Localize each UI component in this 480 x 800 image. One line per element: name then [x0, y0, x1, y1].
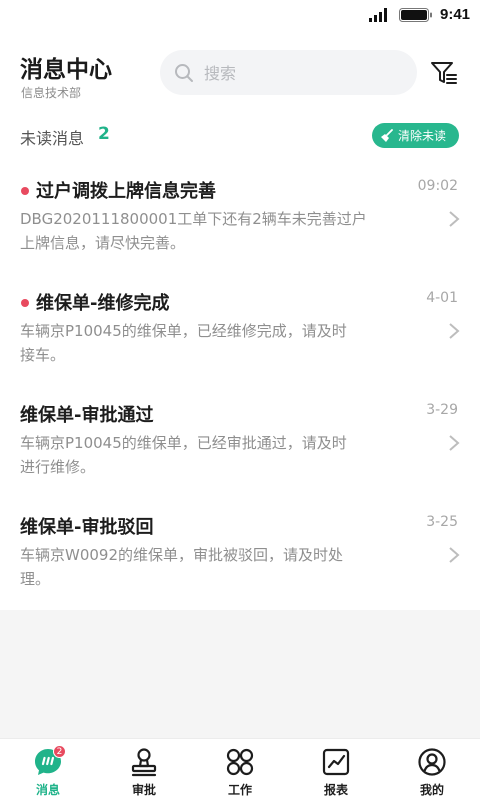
message-body-line: DBG2020111800001工单下还有2辆车未完善过户: [20, 210, 367, 228]
tab-label: 工作: [227, 783, 252, 797]
message-body: 车辆京P10045的维保单，已经审批通过，请及时 进行维修。: [20, 431, 415, 479]
message-body-line: 车辆京W0092的维保单，审批被驳回，请及时处: [20, 546, 344, 564]
message-item[interactable]: 过户调拨上牌信息完善 09:02 DBG2020111800001工单下还有2辆…: [0, 168, 480, 280]
search-icon: [175, 64, 193, 82]
message-body-line: 上牌信息，请尽快完善。: [20, 234, 186, 252]
message-time: 4-01: [426, 290, 458, 306]
message-time: 3-29: [426, 402, 458, 418]
filter-icon[interactable]: [430, 60, 458, 86]
tab-label: 我的: [419, 783, 444, 797]
message-title: 维保单-维修完成: [36, 293, 170, 314]
chart-icon: [322, 748, 350, 776]
tab-profile[interactable]: 我的: [384, 739, 480, 800]
search-input[interactable]: [204, 60, 404, 86]
message-body-line: 车辆京P10045的维保单，已经维修完成，请及时: [20, 322, 347, 340]
chevron-right-icon: [449, 323, 460, 339]
message-body: DBG2020111800001工单下还有2辆车未完善过户 上牌信息，请尽快完善…: [20, 207, 415, 255]
grid-icon: [226, 748, 254, 776]
message-body: 车辆京W0092的维保单，审批被驳回，请及时处 理。: [20, 543, 415, 591]
message-body-line: 车辆京P10045的维保单，已经审批通过，请及时: [20, 434, 347, 452]
tab-reports[interactable]: 报表: [288, 739, 384, 800]
chevron-right-icon: [449, 435, 460, 451]
clear-unread-button[interactable]: 清除未读: [372, 123, 459, 148]
chevron-right-icon: [449, 547, 460, 563]
status-time: 9:41: [440, 6, 471, 23]
message-body: 车辆京P10045的维保单，已经维修完成，请及时 接车。: [20, 319, 415, 367]
tab-label: 审批: [131, 783, 156, 797]
message-item[interactable]: 维保单-审批通过 3-29 车辆京P10045的维保单，已经审批通过，请及时 进…: [0, 392, 480, 504]
message-body-line: 理。: [20, 570, 51, 588]
stamp-icon: [131, 748, 157, 777]
message-title: 过户调拨上牌信息完善: [36, 181, 216, 202]
unread-label: 未读消息: [20, 129, 85, 148]
message-time: 09:02: [417, 178, 458, 194]
tab-label: 报表: [323, 783, 348, 797]
search-box[interactable]: [160, 50, 417, 95]
user-icon: [418, 748, 446, 776]
message-time: 3-25: [426, 514, 458, 530]
message-body-line: 接车。: [20, 346, 66, 364]
unread-dot: [21, 299, 29, 307]
message-item[interactable]: 维保单-审批驳回 3-25 车辆京W0092的维保单，审批被驳回，请及时处 理。: [0, 504, 480, 616]
tab-work[interactable]: 工作: [192, 739, 288, 800]
message-title: 维保单-审批驳回: [20, 517, 154, 538]
message-item[interactable]: 维保单-维修完成 4-01 车辆京P10045的维保单，已经维修完成，请及时 接…: [0, 280, 480, 392]
status-bar: 9:41: [0, 0, 480, 32]
clear-unread-label: 清除未读: [398, 129, 447, 143]
tab-messages[interactable]: 2 消息: [0, 739, 96, 800]
tab-label: 消息: [35, 783, 60, 797]
message-body-line: 进行维修。: [20, 458, 96, 476]
page-title: 消息中心: [20, 57, 112, 83]
message-title: 维保单-审批通过: [20, 405, 154, 426]
unread-dot: [21, 187, 29, 195]
tab-approval[interactable]: 审批: [96, 739, 192, 800]
broom-icon: [381, 128, 393, 142]
bottom-tab-bar: 2 消息 审批 工作 报表 我的: [0, 738, 480, 800]
tab-badge: 2: [53, 745, 66, 758]
department-label: 信息技术部: [21, 86, 82, 100]
chevron-right-icon: [449, 211, 460, 227]
signal-icon: [369, 8, 387, 22]
battery-icon: [399, 8, 432, 22]
unread-count: 2: [98, 124, 110, 144]
